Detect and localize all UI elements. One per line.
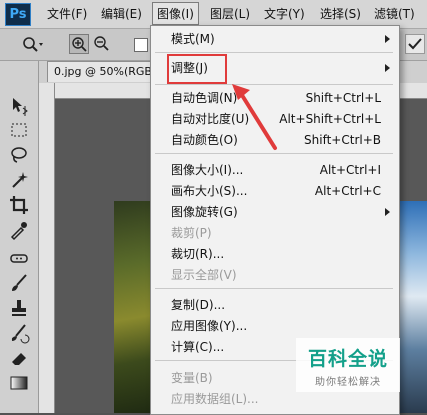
menu-item-image-rotation[interactable]: 图像旋转(G) — [171, 205, 238, 219]
photo-right-portion — [398, 201, 427, 413]
menu-image[interactable]: 图像(I) — [152, 2, 199, 25]
submenu-arrow-icon — [385, 35, 390, 43]
menu-item-auto-tone[interactable]: 自动色调(N) — [171, 91, 237, 105]
menu-item-crop: 裁剪(P) — [171, 226, 212, 240]
eraser-tool-icon[interactable] — [8, 347, 30, 369]
photoshop-logo: Ps — [5, 3, 31, 26]
menu-item-variables: 变量(B) — [171, 371, 213, 385]
menu-item-auto-color[interactable]: 自动颜色(O) — [171, 133, 238, 147]
menu-item-image-size[interactable]: 图像大小(I)... — [171, 163, 243, 177]
menu-filter[interactable]: 滤镜(T) — [374, 5, 415, 22]
menu-item-reveal-all: 显示全部(V) — [171, 268, 237, 282]
zoom-out-button[interactable] — [92, 34, 112, 54]
lasso-tool-icon[interactable] — [8, 144, 30, 166]
zoom-out-icon — [94, 36, 109, 51]
menu-item-apply-data-set: 应用数据组(L)... — [171, 392, 259, 406]
zoom-in-icon — [72, 37, 87, 52]
submenu-arrow-icon — [385, 64, 390, 72]
annotation-arrow-icon — [232, 84, 277, 150]
brush-tool-icon[interactable] — [8, 272, 30, 294]
menu-type[interactable]: 文字(Y) — [264, 5, 305, 22]
watermark: 百科全说 助你轻松解决 — [296, 338, 400, 392]
resize-windows-checkbox[interactable] — [134, 38, 148, 52]
document-tab[interactable]: 0.jpg @ 50%(RGB/ — [47, 61, 157, 82]
menu-separator — [155, 153, 393, 154]
vertical-ruler — [39, 83, 55, 413]
eyedropper-tool-icon[interactable] — [8, 219, 30, 241]
history-brush-tool-icon[interactable] — [8, 322, 30, 344]
clone-stamp-tool-icon[interactable] — [8, 297, 30, 319]
menu-layer[interactable]: 图层(L) — [210, 5, 250, 22]
menu-item-calculations[interactable]: 计算(C)... — [171, 340, 224, 354]
menu-separator — [155, 52, 393, 53]
shortcut-auto-tone: Shift+Ctrl+L — [305, 91, 381, 105]
menu-edit[interactable]: 编辑(E) — [101, 5, 142, 22]
healing-brush-tool-icon[interactable] — [8, 247, 30, 269]
watermark-title: 百科全说 — [307, 348, 388, 370]
checkmark-icon — [408, 38, 422, 50]
shortcut-auto-color: Shift+Ctrl+B — [304, 133, 381, 147]
menu-item-duplicate[interactable]: 复制(D)... — [171, 298, 225, 312]
menu-select[interactable]: 选择(S) — [320, 5, 361, 22]
shortcut-auto-contrast: Alt+Shift+Ctrl+L — [279, 112, 381, 126]
menu-file[interactable]: 文件(F) — [47, 5, 87, 22]
menu-item-apply-image[interactable]: 应用图像(Y)... — [171, 319, 247, 333]
scrubby-zoom-checkbox[interactable] — [405, 34, 425, 54]
gradient-tool-icon[interactable] — [8, 372, 30, 394]
menu-item-canvas-size[interactable]: 画布大小(S)... — [171, 184, 247, 198]
zoom-in-button[interactable] — [69, 34, 89, 54]
magic-wand-tool-icon[interactable] — [8, 169, 30, 191]
shortcut-canvas-size: Alt+Ctrl+C — [314, 184, 381, 198]
marquee-tool-icon[interactable] — [8, 119, 30, 141]
shortcut-image-size: Alt+Ctrl+I — [319, 163, 381, 177]
watermark-subtitle: 助你轻松解决 — [315, 377, 381, 388]
menu-separator — [155, 288, 393, 289]
menu-item-trim[interactable]: 裁切(R)... — [171, 247, 224, 261]
menu-item-mode[interactable]: 模式(M) — [171, 32, 215, 46]
submenu-arrow-icon — [385, 208, 390, 216]
zoom-tool-icon[interactable] — [22, 36, 44, 57]
highlight-box — [167, 54, 227, 84]
crop-tool-icon[interactable] — [8, 194, 30, 216]
tools-panel — [0, 61, 39, 413]
move-tool-icon[interactable] — [8, 95, 30, 117]
